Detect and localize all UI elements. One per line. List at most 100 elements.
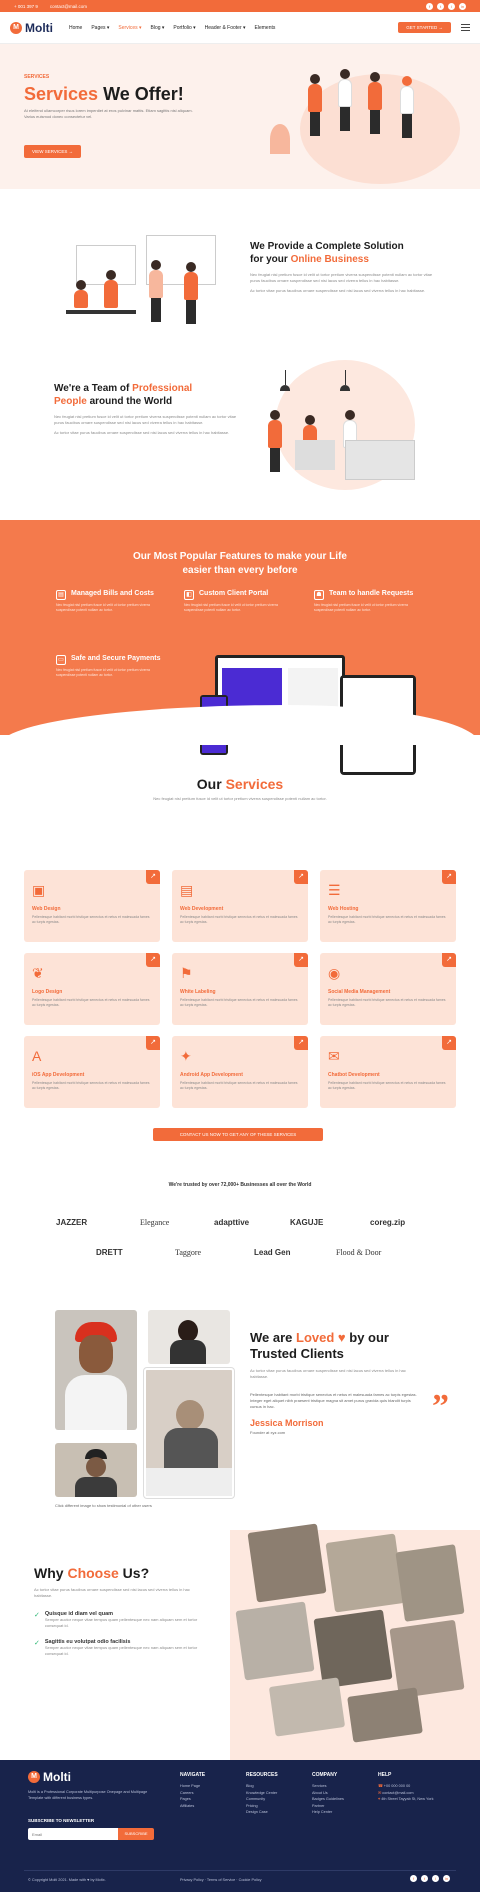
portal-icon: ◧ [184,590,194,600]
service-name: Web Design [32,906,61,912]
arrow-icon[interactable]: ↗ [146,870,160,884]
footer-column-help: HELP ☎ +00 000 000 00 ✉ contact@mail.com… [378,1772,458,1803]
get-started-button[interactable]: GET STARTED → [398,22,451,33]
trusted-title: We're trusted by over 72,000+ Businesses… [168,1182,312,1188]
service-name: Chatbot Development [328,1072,380,1078]
nav-item-elements[interactable]: Elements [255,25,276,31]
service-card-social-media[interactable]: ↗ ◉ Social Media Management Pellentesque ha… [320,953,456,1025]
service-name: Web Development [180,906,224,912]
footer-link[interactable]: Design Case [246,1809,278,1816]
view-services-button[interactable]: VIEW SERVICES → [24,145,82,158]
footer-link[interactable]: Help Center [312,1809,344,1816]
service-card-logo-design[interactable]: ↗ ❦ Logo Design Pellentesque habitant morbi… [24,953,160,1025]
arrow-icon[interactable]: ↗ [294,953,308,967]
feature-item: ◧ Custom Client Portal Nec feugiat nisl p… [184,590,278,612]
arrow-icon[interactable]: ↗ [294,1036,308,1050]
service-desc: Pellentesque habitant morbi tristique se… [180,998,298,1007]
testimonial-text: We are Loved ♥ by our Trusted Clients Ac … [250,1330,450,1435]
service-desc: Pellentesque habitant morbi tristique se… [328,998,446,1007]
service-desc: Pellentesque habitant morbi tristique se… [32,915,150,924]
site-logo[interactable]: M Molti [10,21,53,35]
testimonial-author: Jessica Morrison [250,1418,324,1428]
footer-logo[interactable]: M Molti [28,1770,71,1784]
arrow-icon[interactable]: ↗ [146,1036,160,1050]
email-text[interactable]: contact@mail.com [50,4,87,9]
footer-social-links: f t i in [410,1875,450,1882]
contact-services-button[interactable]: CONTACT US NOW TO GET ANY OF THESE SERVI… [153,1128,323,1141]
hero-section: SERVICES Services We Offer! At eleifend … [0,44,480,189]
service-card-web-design[interactable]: ↗ ▣ Web Design Pellentesque habitant morbi … [24,870,160,942]
phone-text[interactable]: + 001 397 9 [14,4,38,9]
twitter-icon[interactable]: t [421,1875,428,1882]
footer-link[interactable]: Affiliates [180,1803,205,1810]
footer-about: Molti is a Professional Corporate Multip… [28,1790,148,1800]
service-desc: Pellentesque habitant morbi tristique se… [32,1081,150,1090]
facebook-icon[interactable]: f [410,1875,417,1882]
nav-item-services[interactable]: Services ▾ [118,25,141,31]
service-desc: Pellentesque habitant morbi tristique se… [180,915,298,924]
service-name: Logo Design [32,989,63,995]
service-card-ios-app[interactable]: ↗ AiOS App Development Pellentesque habita… [24,1036,160,1108]
service-card-android-app[interactable]: ↗ ✦ Android App Development Pellentesque ha… [172,1036,308,1108]
footer-link[interactable]: Badges Guidelines [312,1796,344,1803]
team-illustration [255,355,420,495]
arrow-icon[interactable]: ↗ [294,870,308,884]
footer: M Molti Molti is a Professional Corporat… [0,1760,480,1892]
testimonial-caption: Click different image to show testimonia… [55,1503,152,1508]
ios-app-icon: A [32,1048,42,1064]
logo-text: Molti [25,20,53,35]
newsletter-title: SUBSCRIBE TO NEWSLETTER [28,1818,95,1823]
social-links: f t i in [426,2,466,10]
service-desc: Pellentesque habitant morbi tristique se… [328,915,446,924]
brand-logo: adapttive [214,1218,250,1227]
service-card-chatbot[interactable]: ↗ ✉ Chatbot Development Pellentesque habita… [320,1036,456,1108]
instagram-icon[interactable]: i [432,1875,439,1882]
linkedin-icon[interactable]: in [459,2,466,10]
client-photo[interactable] [55,1310,137,1430]
arrow-icon[interactable]: ↗ [442,1036,456,1050]
client-photo-active[interactable] [144,1368,234,1498]
logo-icon: M [28,1771,40,1783]
service-name: White Labeling [180,989,216,995]
subscribe-button[interactable]: SUBSCRIBE [118,1828,154,1840]
facebook-icon[interactable]: f [426,2,433,10]
newsletter-email-input[interactable] [28,1828,118,1840]
quote-icon: ” [432,1388,449,1425]
service-card-web-hosting[interactable]: ↗ ☰ Web Hosting Pellentesque habitant morbi… [320,870,456,942]
nav-item-portfolio[interactable]: Portfolio ▾ [173,25,195,31]
instagram-icon[interactable]: i [448,2,455,10]
why-photo-collage [232,1523,465,1748]
arrow-icon[interactable]: ↗ [442,870,456,884]
testimonial-role: Founder at xyz.com [250,1430,286,1435]
brand-logos: JAZZER Elegance adapttive KAGUJE coreg.z… [40,1218,440,1258]
why-point: ✓ Sagittis eu volutpat odio facilisis Sem… [34,1639,198,1656]
service-card-web-development[interactable]: ↗ ▤ Web Development Pellentesque habitant m… [172,870,308,942]
white-labeling-icon: ⚑ [180,965,193,981]
hero-title: Services We Offer! [24,84,184,104]
solution-paragraph-1: Nec feugiat nisl pretium fusce id velit … [250,272,433,283]
nav-item-home[interactable]: Home [69,25,82,31]
twitter-icon[interactable]: t [437,2,444,10]
client-photo[interactable] [55,1443,137,1497]
linkedin-icon[interactable]: in [443,1875,450,1882]
service-desc: Pellentesque habitant morbi tristique se… [328,1081,446,1090]
nav-item-pages[interactable]: Pages ▾ [91,25,109,31]
hero-subtitle: At eleifend ullamcorper risus lorem impe… [24,108,193,119]
address-text: ⌖ 4th Street Tayyab St, New York [378,1797,434,1801]
web-design-icon: ▣ [32,882,46,898]
client-photo[interactable] [148,1310,230,1364]
service-card-white-labeling[interactable]: ↗ ⚑ White Labeling Pellentesque habitant mo… [172,953,308,1025]
brand-logo: DRETT [96,1248,123,1257]
team-title: We're a Team of Professional People aroun… [54,383,193,407]
nav-item-header-footer[interactable]: Header & Footer ▾ [205,25,246,31]
arrow-icon[interactable]: ↗ [442,953,456,967]
arrow-icon[interactable]: ↗ [146,953,160,967]
android-app-icon: ✦ [180,1048,192,1064]
hero-illustration [270,54,470,184]
legal-links[interactable]: Privacy Policy · Terms of Service · Cook… [180,1878,262,1882]
hero-tag: SERVICES [24,74,50,80]
why-title: Why Choose Us? [34,1565,150,1581]
team-paragraph-1: Nec feugiat nisl pretium fusce id velit … [54,414,237,425]
nav-item-blog[interactable]: Blog ▾ [151,25,165,31]
hamburger-menu-icon[interactable] [461,24,470,31]
